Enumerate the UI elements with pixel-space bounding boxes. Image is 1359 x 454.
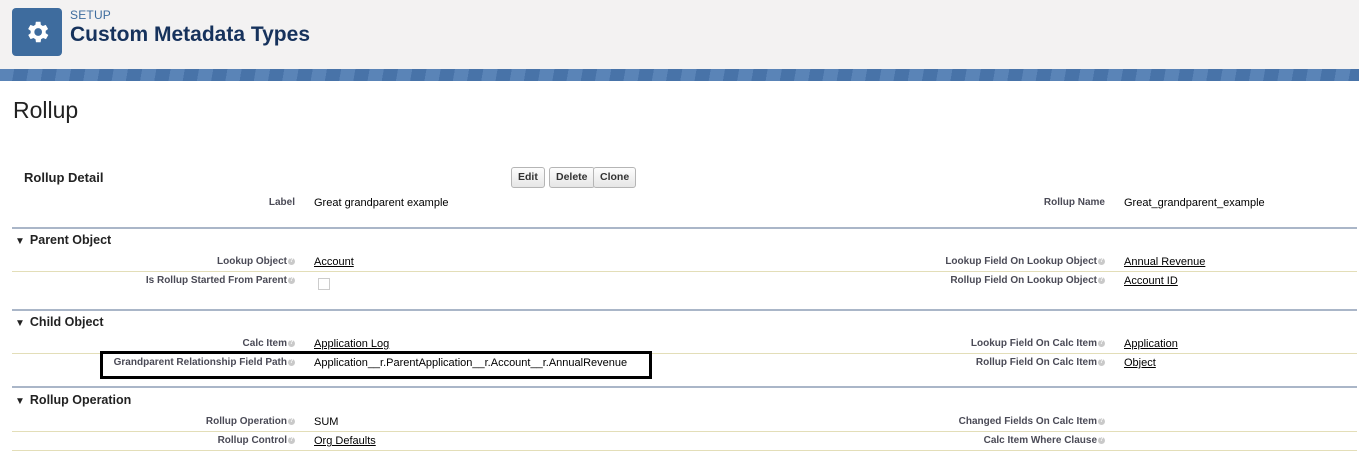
rollup-operation-section-title: Rollup Operation [29, 393, 132, 407]
rollup-field-on-calc-item-label: Rollup Field On Calc Item? [975, 357, 1105, 368]
setup-eyebrow[interactable]: SETUP [70, 8, 111, 22]
collapse-triangle-icon[interactable]: ▼ [15, 236, 25, 247]
app-title: Custom Metadata Types [70, 23, 310, 46]
setup-header: SETUP Custom Metadata Types [0, 0, 1359, 70]
rollup-field-on-calc-item-link[interactable]: Object [1124, 357, 1156, 369]
lookup-field-on-calc-item-link[interactable]: Application [1124, 338, 1178, 350]
help-icon[interactable]: ? [1098, 257, 1105, 265]
calc-item-link[interactable]: Application Log [314, 338, 389, 350]
help-icon[interactable]: ? [1098, 417, 1105, 425]
collapse-triangle-icon[interactable]: ▼ [15, 396, 25, 407]
page-title: Rollup [13, 97, 79, 123]
changed-fields-on-calc-item-label: Changed Fields On Calc Item? [958, 416, 1105, 427]
help-icon[interactable]: ? [288, 417, 295, 425]
section-divider [12, 227, 1357, 229]
lookup-object-label: Lookup Object? [217, 256, 295, 267]
rollup-control-label: Rollup Control? [217, 435, 295, 446]
calc-item-label: Calc Item? [242, 338, 295, 349]
rollup-name-label: Rollup Name [1043, 197, 1105, 208]
parent-object-section-header[interactable]: ▼ Parent Object [15, 233, 111, 247]
rollup-operation-label: Rollup Operation? [205, 416, 295, 427]
help-icon[interactable]: ? [1098, 276, 1105, 284]
rollup-control-link[interactable]: Org Defaults [314, 435, 376, 447]
lookup-field-on-lookup-object-label: Lookup Field On Lookup Object? [945, 256, 1105, 267]
highlight-annotation-box [100, 351, 652, 379]
calc-item-where-clause-label: Calc Item Where Clause? [983, 435, 1105, 446]
edit-button[interactable]: Edit [511, 167, 545, 188]
help-icon[interactable]: ? [1098, 358, 1105, 366]
delete-button[interactable]: Delete [549, 167, 595, 188]
help-icon[interactable]: ? [288, 257, 295, 265]
label-field-value: Great grandparent example [314, 197, 449, 209]
lookup-object-link[interactable]: Account [314, 256, 354, 268]
help-icon[interactable]: ? [288, 276, 295, 284]
collapse-triangle-icon[interactable]: ▼ [15, 318, 25, 329]
child-object-section-title: Child Object [29, 315, 104, 329]
parent-object-section-title: Parent Object [29, 233, 112, 247]
help-icon[interactable]: ? [1098, 339, 1105, 347]
section-divider [12, 386, 1357, 388]
clone-button[interactable]: Clone [593, 167, 637, 188]
help-icon[interactable]: ? [1098, 436, 1105, 444]
section-divider [12, 309, 1357, 311]
label-field-label: Label [268, 197, 295, 208]
is-rollup-started-from-parent-checkbox [318, 278, 330, 290]
row-divider [12, 431, 1357, 432]
lookup-field-on-lookup-object-link[interactable]: Annual Revenue [1124, 256, 1205, 268]
rollup-operation-section-header[interactable]: ▼ Rollup Operation [15, 393, 131, 407]
rollup-name-value: Great_grandparent_example [1124, 197, 1265, 209]
rollup-operation-value: SUM [314, 416, 339, 428]
is-rollup-started-from-parent-label: Is Rollup Started From Parent? [145, 275, 295, 286]
row-divider [12, 271, 1357, 272]
child-object-section-header[interactable]: ▼ Child Object [15, 315, 104, 329]
header-banner [0, 69, 1359, 81]
lookup-field-on-calc-item-label: Lookup Field On Calc Item? [970, 338, 1105, 349]
rollup-field-on-lookup-object-label: Rollup Field On Lookup Object? [950, 275, 1105, 286]
setup-app-icon [12, 8, 62, 56]
help-icon[interactable]: ? [288, 436, 295, 444]
gear-icon [28, 21, 49, 43]
rollup-field-on-lookup-object-link[interactable]: Account ID [1124, 275, 1178, 287]
detail-title: Rollup Detail [24, 170, 104, 185]
help-icon[interactable]: ? [288, 339, 295, 347]
row-divider [12, 450, 1357, 451]
